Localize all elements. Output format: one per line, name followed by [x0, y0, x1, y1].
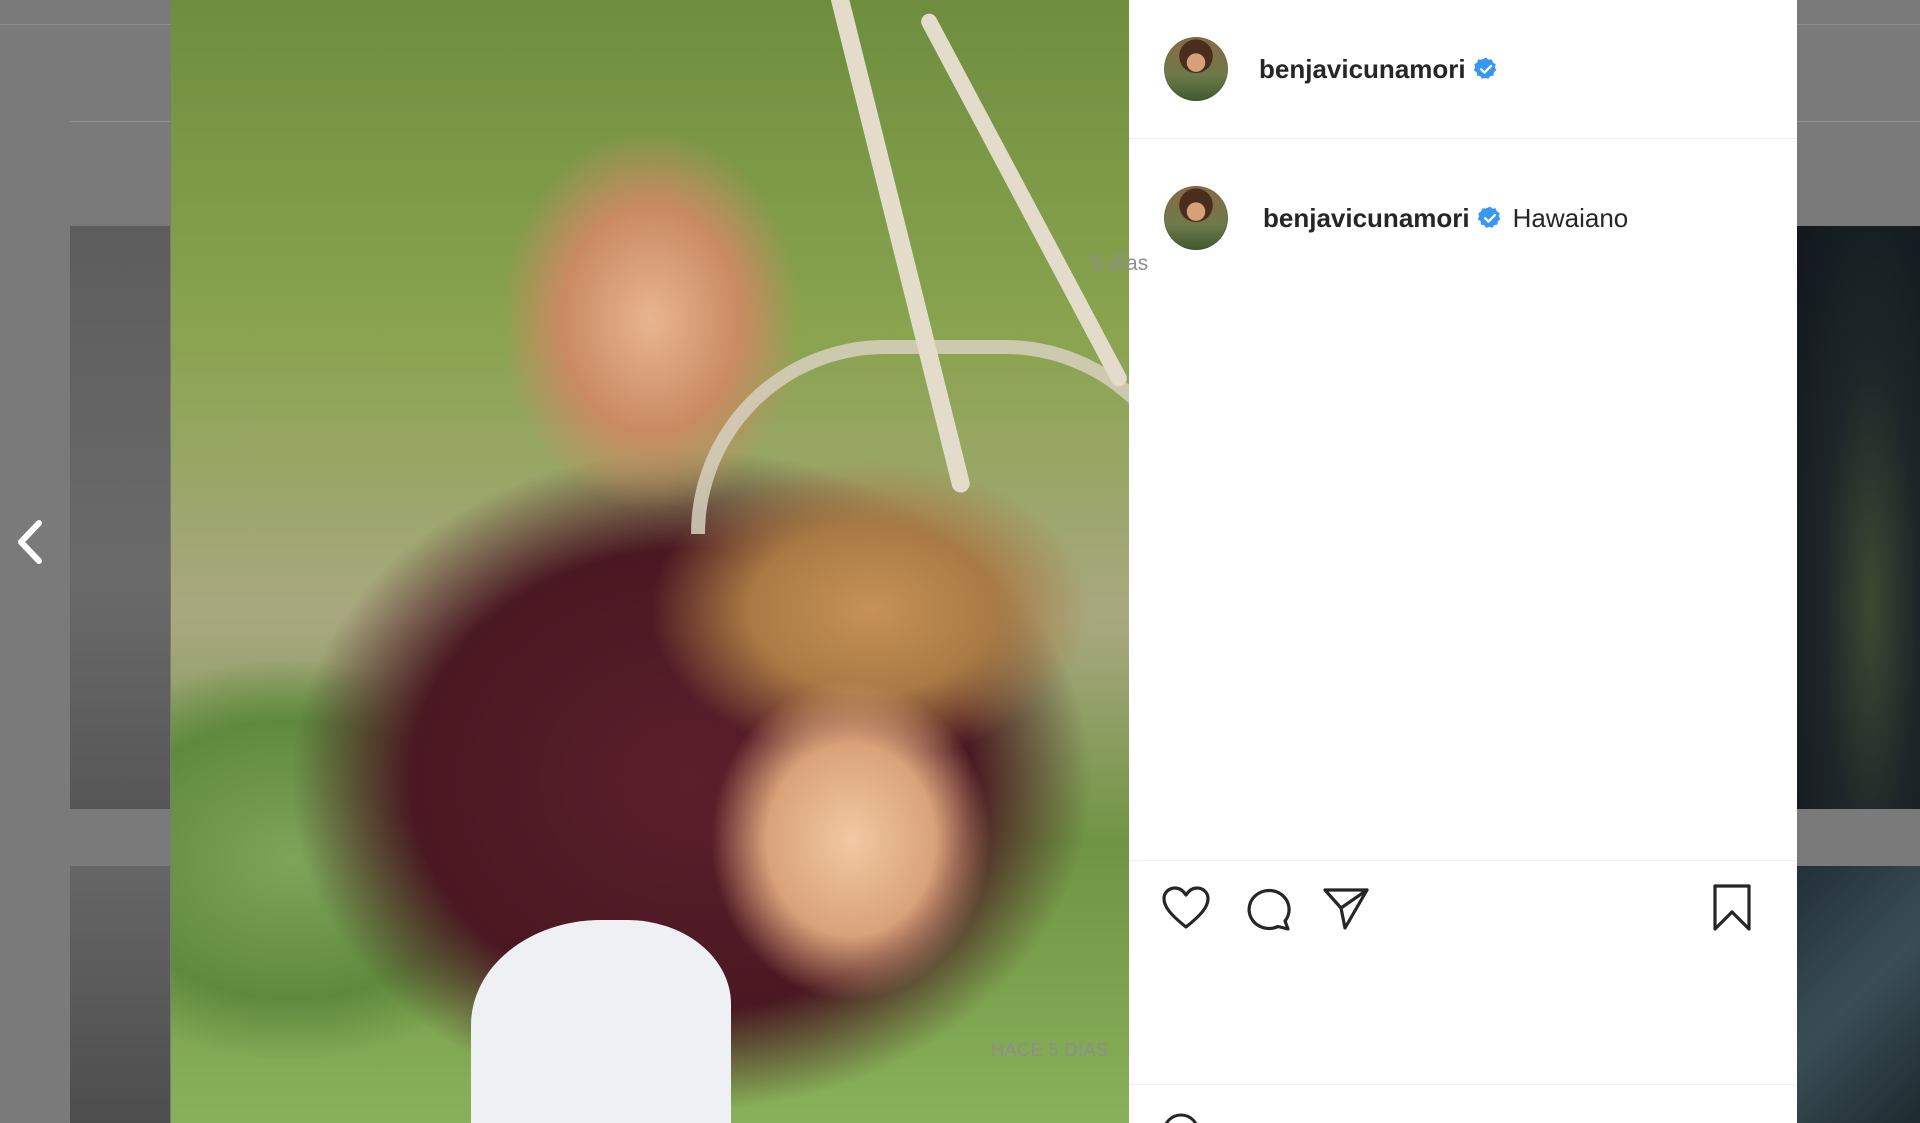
- previous-post-button[interactable]: [8, 512, 52, 572]
- verified-badge-icon: [1477, 205, 1503, 231]
- post-modal: benjavicunamori benjavicunamori Hawaiano: [171, 0, 1797, 1123]
- background-post-thumbnail: [1797, 866, 1920, 1123]
- share-button[interactable]: [1318, 880, 1374, 936]
- photo-hammock-shape: [691, 340, 1129, 534]
- smiley-icon[interactable]: [1161, 1112, 1201, 1123]
- background-post-thumbnail: [70, 226, 170, 809]
- like-button[interactable]: [1158, 880, 1214, 936]
- background-post-thumbnail: [1797, 226, 1920, 809]
- save-button[interactable]: [1704, 880, 1760, 936]
- verified-badge-icon: [1473, 56, 1499, 82]
- photo-rope-shape: [918, 10, 1129, 390]
- post-sidebar: benjavicunamori benjavicunamori Hawaiano: [1129, 0, 1797, 1123]
- caption-text: Hawaiano: [1512, 202, 1629, 233]
- comment-divider: [1129, 1084, 1797, 1085]
- actions-divider: [1129, 860, 1797, 861]
- author-username[interactable]: benjavicunamori: [1259, 54, 1466, 85]
- post-header: benjavicunamori: [1129, 0, 1797, 139]
- photo-shirt-shape: [471, 920, 731, 1123]
- caption-timestamp[interactable]: 5 días: [1091, 252, 1148, 276]
- background-post-thumbnail: [70, 866, 170, 1123]
- bookmark-icon: [1713, 884, 1751, 931]
- comment-bubble-icon: [1247, 888, 1291, 931]
- post-photo[interactable]: [171, 0, 1129, 1123]
- post-actions-bar: [1129, 880, 1797, 936]
- author-avatar[interactable]: [1164, 37, 1228, 101]
- caption-row: benjavicunamori Hawaiano: [1164, 186, 1628, 250]
- caption-username[interactable]: benjavicunamori: [1263, 203, 1470, 234]
- heart-icon: [1162, 886, 1210, 929]
- post-date[interactable]: HACE 5 DÍAS: [991, 1040, 1109, 1061]
- paper-plane-icon: [1323, 888, 1369, 930]
- caption-author-avatar[interactable]: [1164, 186, 1228, 250]
- comment-button[interactable]: [1239, 880, 1295, 936]
- chevron-left-icon: [18, 520, 42, 564]
